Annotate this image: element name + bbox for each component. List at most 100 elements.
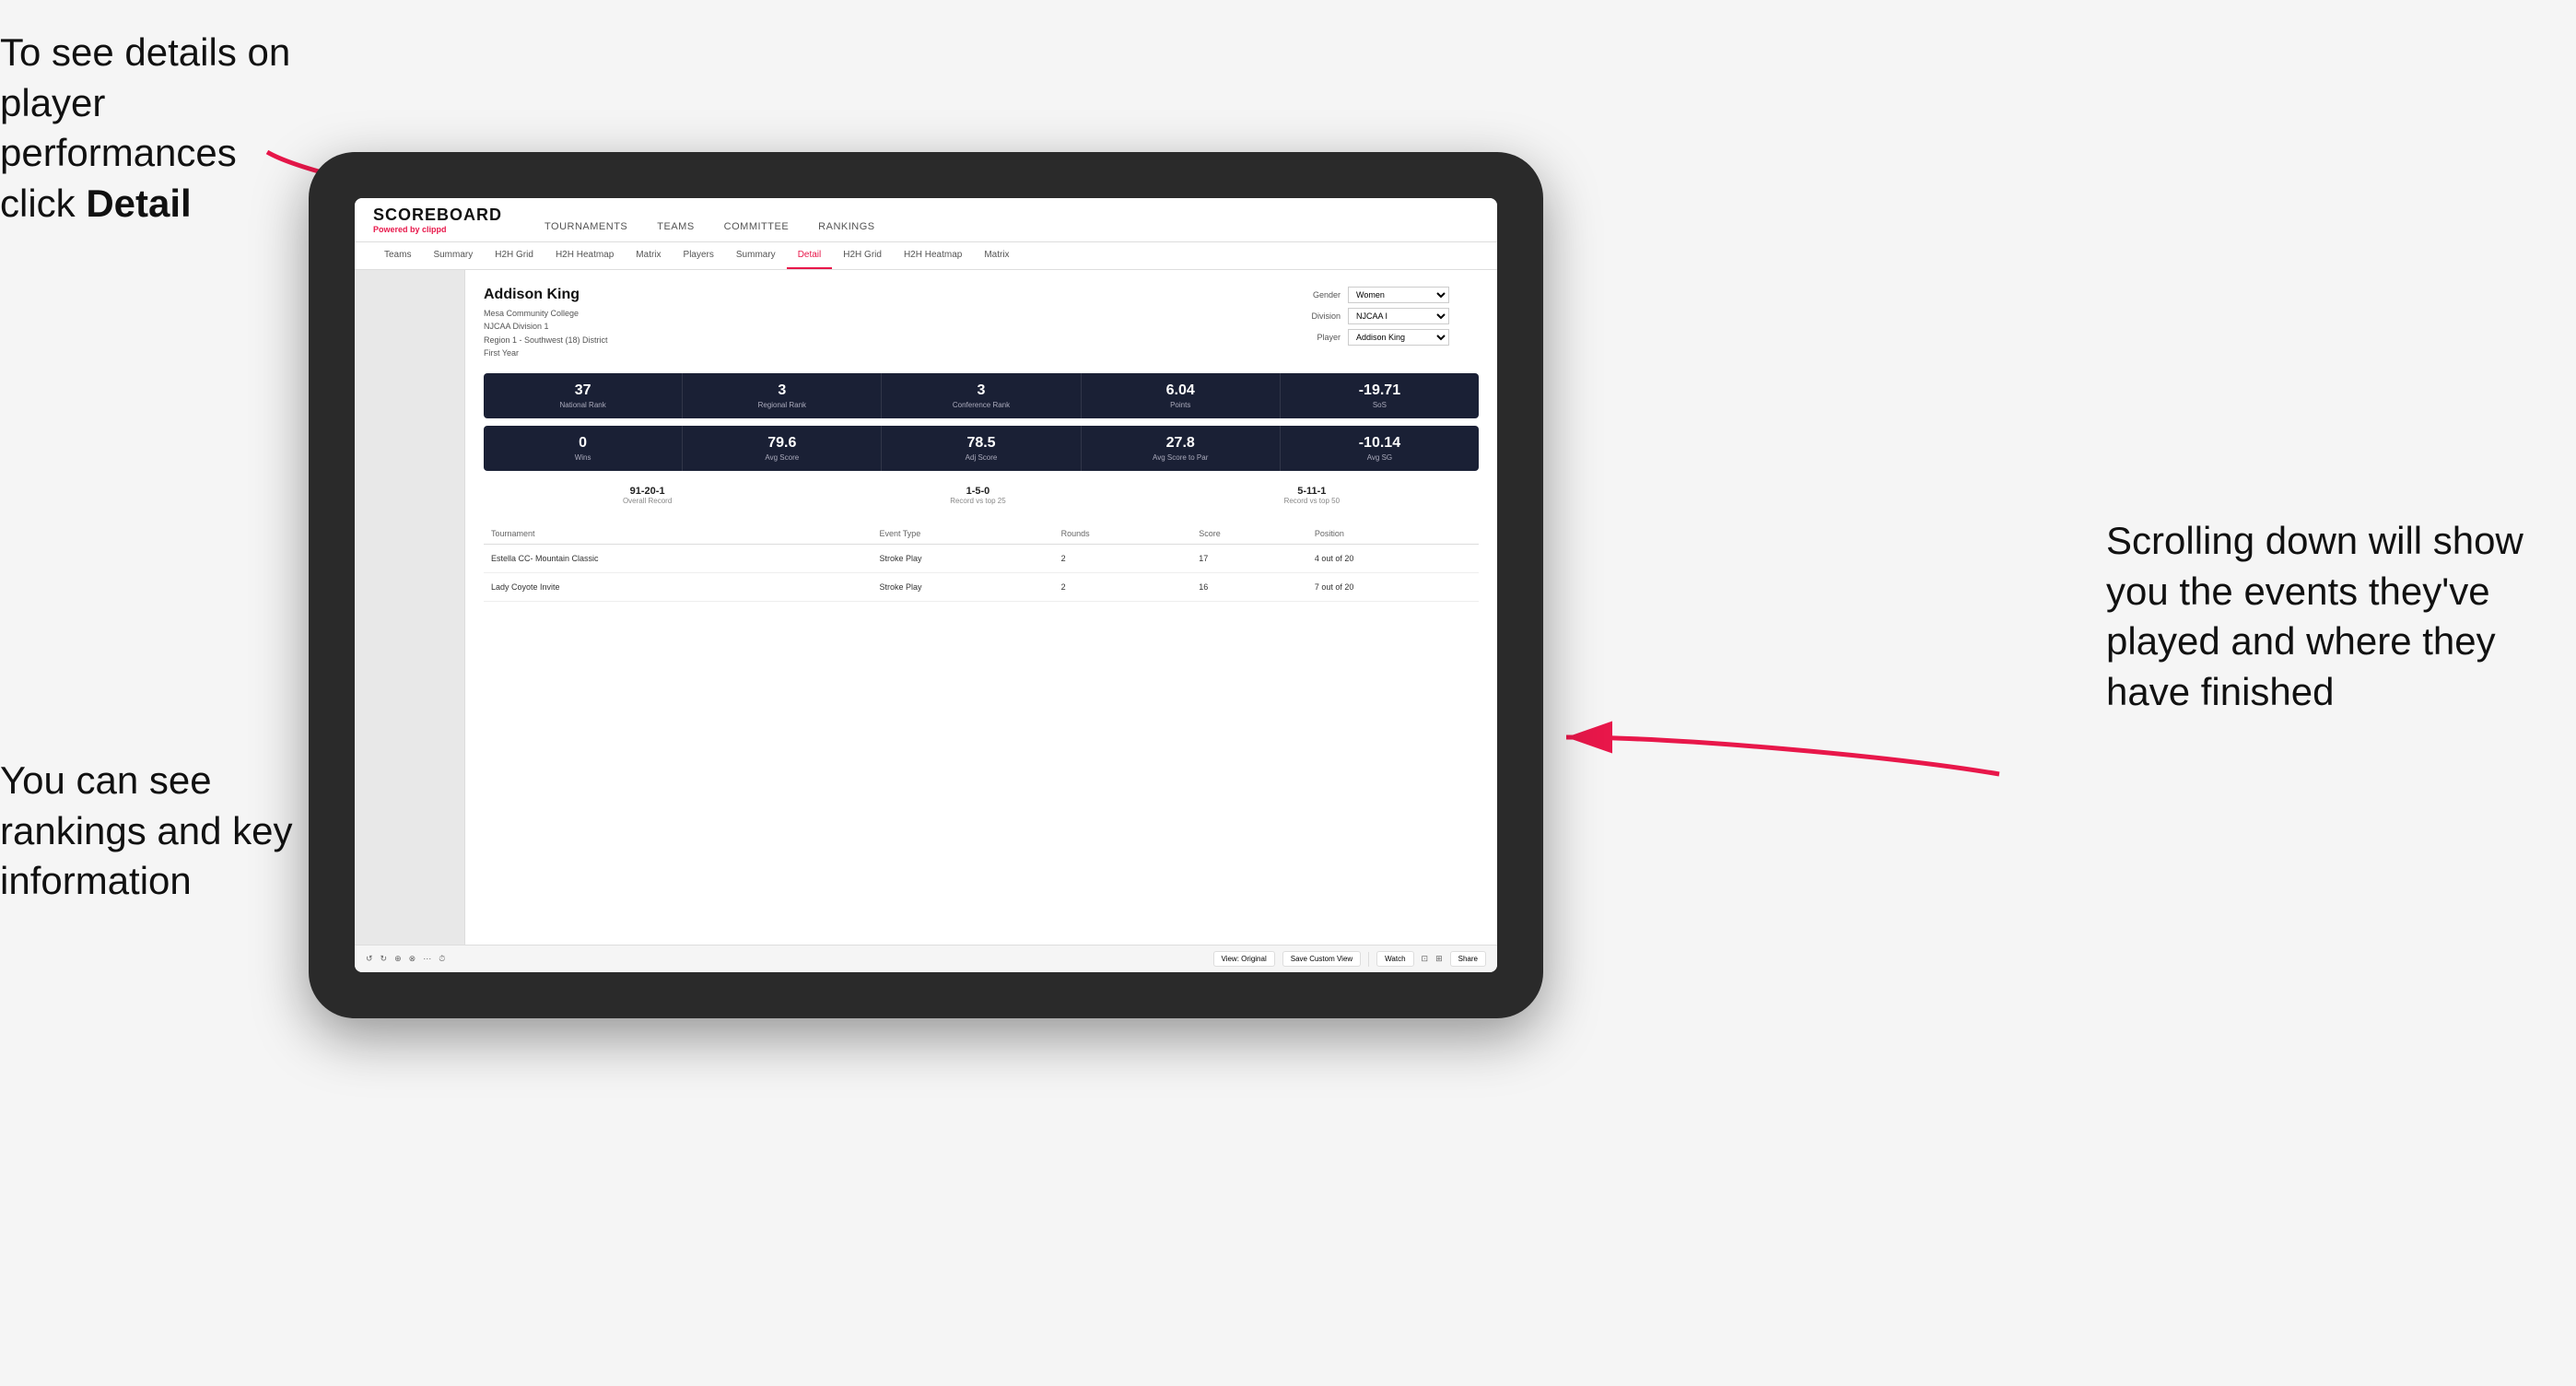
table-row: Estella CC- Mountain Classic Stroke Play…	[484, 544, 1479, 572]
cell-tournament: Lady Coyote Invite	[484, 572, 872, 601]
nav-committee[interactable]: COMMITTEE	[709, 214, 804, 241]
stat-value: 3	[690, 382, 873, 399]
record-value: 5-11-1	[1284, 486, 1340, 497]
stat-value: -10.14	[1288, 435, 1471, 452]
cell-score: 16	[1191, 572, 1307, 601]
toolbar-icon2[interactable]: ⊗	[409, 954, 416, 964]
cell-rounds: 2	[1054, 572, 1192, 601]
nav-tournaments[interactable]: TOURNAMENTS	[530, 214, 642, 241]
sub-nav-h2h-grid2[interactable]: H2H Grid	[832, 242, 893, 269]
redo-icon[interactable]: ↻	[381, 954, 388, 964]
undo-icon[interactable]: ↺	[366, 954, 373, 964]
annotation-detail-bold: Detail	[86, 182, 191, 225]
sub-nav-h2h-grid1[interactable]: H2H Grid	[484, 242, 544, 269]
stat-label: SoS	[1288, 401, 1471, 409]
record-label: Overall Record	[623, 497, 672, 505]
logo-brand: clippd	[422, 225, 447, 234]
division-select[interactable]: NJCAA I	[1348, 308, 1449, 324]
sub-nav-teams[interactable]: Teams	[373, 242, 422, 269]
toolbar-icon4[interactable]: ⏱	[439, 954, 445, 964]
filter-gender-row: Gender Women	[1294, 287, 1479, 303]
toolbar-icon3[interactable]: ⋯	[423, 954, 431, 964]
toolbar-icon1[interactable]: ⊕	[394, 954, 402, 964]
stat-cell: 37National Rank	[484, 373, 683, 418]
left-panel	[355, 270, 465, 945]
stat-label: Conference Rank	[889, 401, 1072, 409]
record-label: Record vs top 50	[1284, 497, 1340, 505]
logo-sub: Powered by clippd	[373, 225, 502, 234]
view-original-button[interactable]: View: Original	[1213, 951, 1275, 967]
player-division: NJCAA Division 1	[484, 322, 549, 331]
tablet-screen: SCOREBOARD Powered by clippd TOURNAMENTS…	[355, 198, 1497, 972]
filter-player-row: Player Addison King	[1294, 329, 1479, 346]
save-custom-button[interactable]: Save Custom View	[1282, 951, 1361, 967]
stat-value: 78.5	[889, 435, 1072, 452]
stat-label: National Rank	[491, 401, 674, 409]
stat-value: -19.71	[1288, 382, 1471, 399]
top-nav: SCOREBOARD Powered by clippd TOURNAMENTS…	[355, 198, 1497, 242]
stats-grid-row2: 0Wins79.6Avg Score78.5Adj Score27.8Avg S…	[484, 426, 1479, 471]
sub-nav-summary1[interactable]: Summary	[422, 242, 484, 269]
stat-value: 0	[491, 435, 674, 452]
col-score: Score	[1191, 523, 1307, 545]
filter-division-row: Division NJCAA I	[1294, 308, 1479, 324]
cell-rounds: 2	[1054, 544, 1192, 572]
stat-label: Avg Score to Par	[1089, 453, 1272, 462]
stat-value: 27.8	[1089, 435, 1272, 452]
sub-nav-matrix1[interactable]: Matrix	[625, 242, 672, 269]
player-header: Addison King Mesa Community College NJCA…	[484, 287, 1479, 360]
stat-cell: -10.14Avg SG	[1281, 426, 1479, 471]
stat-cell: -19.71 SoS	[1281, 373, 1479, 418]
nav-rankings[interactable]: RANKINGS	[803, 214, 889, 241]
toolbar-icon5[interactable]: ⊡	[1422, 954, 1429, 964]
share-button[interactable]: Share	[1450, 951, 1486, 967]
player-name: Addison King	[484, 287, 608, 303]
records-row: 91-20-1Overall Record1-5-0Record vs top …	[484, 478, 1479, 512]
player-year: First Year	[484, 348, 519, 358]
record-item: 91-20-1Overall Record	[623, 486, 672, 505]
sub-nav-detail[interactable]: Detail	[787, 242, 833, 269]
stat-cell: 3 Conference Rank	[882, 373, 1081, 418]
stat-cell: 78.5Adj Score	[882, 426, 1081, 471]
main-content: Addison King Mesa Community College NJCA…	[355, 270, 1497, 945]
gender-select[interactable]: Women	[1348, 287, 1449, 303]
cell-event-type: Stroke Play	[872, 572, 1053, 601]
player-region: Region 1 - Southwest (18) District	[484, 335, 608, 345]
sub-nav: Teams Summary H2H Grid H2H Heatmap Matri…	[355, 242, 1497, 270]
player-label: Player	[1294, 333, 1341, 342]
stat-cell: 79.6Avg Score	[683, 426, 882, 471]
tournament-table: Tournament Event Type Rounds Score Posit…	[484, 523, 1479, 602]
detail-panel[interactable]: Addison King Mesa Community College NJCA…	[465, 270, 1497, 945]
stat-cell: 0Wins	[484, 426, 683, 471]
cell-position: 4 out of 20	[1307, 544, 1479, 572]
stat-label: Avg SG	[1288, 453, 1471, 462]
stats-grid-row1: 37National Rank 3 Regional Rank 3 Conference…	[484, 373, 1479, 418]
tablet-frame: SCOREBOARD Powered by clippd TOURNAMENTS…	[309, 152, 1543, 1018]
stat-label: Avg Score	[690, 453, 873, 462]
table-row: Lady Coyote Invite Stroke Play 2 16 7 ou…	[484, 572, 1479, 601]
record-value: 91-20-1	[623, 486, 672, 497]
sub-nav-h2h-heatmap1[interactable]: H2H Heatmap	[544, 242, 625, 269]
sub-nav-summary2[interactable]: Summary	[725, 242, 787, 269]
sub-nav-matrix2[interactable]: Matrix	[973, 242, 1020, 269]
toolbar-icon6[interactable]: ⊞	[1435, 954, 1443, 964]
cell-tournament: Estella CC- Mountain Classic	[484, 544, 872, 572]
col-event-type: Event Type	[872, 523, 1053, 545]
player-school: Mesa Community College	[484, 309, 579, 318]
stat-value: 79.6	[690, 435, 873, 452]
sub-nav-players[interactable]: Players	[673, 242, 725, 269]
annotation-right: Scrolling down will show you the events …	[2106, 516, 2548, 717]
sub-nav-h2h-heatmap2[interactable]: H2H Heatmap	[893, 242, 973, 269]
stat-cell: 3 Regional Rank	[683, 373, 882, 418]
toolbar-separator	[1368, 952, 1369, 967]
stat-label: Regional Rank	[690, 401, 873, 409]
cell-score: 17	[1191, 544, 1307, 572]
nav-teams[interactable]: TEAMS	[642, 214, 708, 241]
stat-label: Wins	[491, 453, 674, 462]
player-select[interactable]: Addison King	[1348, 329, 1449, 346]
stat-value: 3	[889, 382, 1072, 399]
watch-button[interactable]: Watch	[1376, 951, 1413, 967]
stat-cell: 6.04Points	[1082, 373, 1281, 418]
bottom-toolbar: ↺ ↻ ⊕ ⊗ ⋯ ⏱ View: Original Save Custom V…	[355, 945, 1497, 972]
record-label: Record vs top 25	[950, 497, 1005, 505]
